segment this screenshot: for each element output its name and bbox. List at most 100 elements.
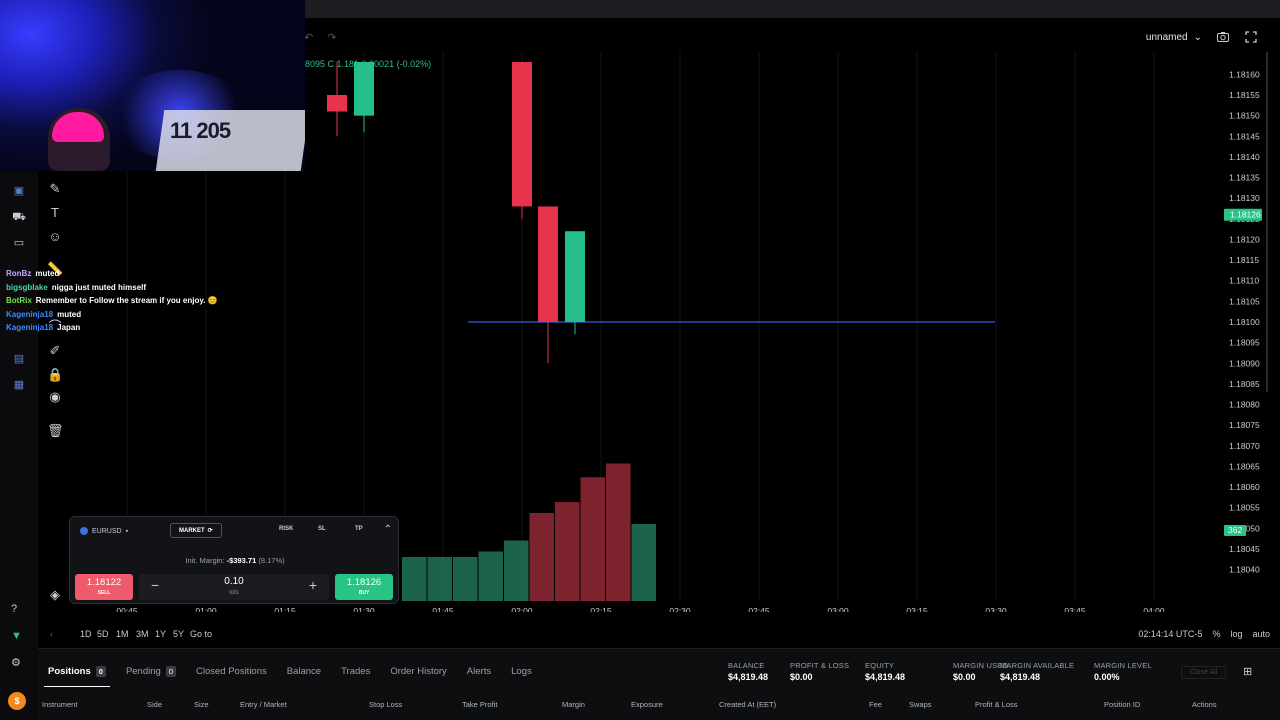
stat-key: EQUITY xyxy=(865,661,895,670)
y-tick-label: 1.18140 xyxy=(1229,152,1260,162)
monitor-icon[interactable]: ▭ xyxy=(11,235,27,251)
goto-button[interactable]: Go to xyxy=(190,629,212,639)
tab-balance[interactable]: Balance xyxy=(277,659,331,683)
col-header[interactable]: Created At (EET) xyxy=(719,700,776,709)
calendar-icon[interactable]: ▦ xyxy=(11,377,27,393)
user-avatar[interactable]: $ xyxy=(8,692,26,710)
settings-icon[interactable]: ⚙ xyxy=(11,656,21,669)
chat-username[interactable]: bigsgblake xyxy=(6,283,48,292)
help-icon[interactable]: ? xyxy=(11,603,17,615)
tab-positions[interactable]: Positions 0 xyxy=(38,659,116,687)
order-panel: EURUSD ▪ MARKET ⟳ RISK SL TP ⌃ Init. Mar… xyxy=(69,516,399,604)
tab-alerts[interactable]: Alerts xyxy=(457,659,501,683)
col-header[interactable]: Side xyxy=(147,700,162,709)
x-tick-label: 02:15 xyxy=(590,606,612,612)
lock-icon[interactable]: 🔒 xyxy=(47,367,63,383)
pen-icon[interactable]: ✎ xyxy=(47,181,63,197)
sl-tab[interactable]: SL xyxy=(318,526,326,532)
col-header[interactable]: Take Profit xyxy=(462,700,497,709)
plus-icon[interactable]: + xyxy=(309,577,317,593)
undo-redo-group: ↶ ↷ xyxy=(304,31,336,44)
layers-icon[interactable]: ◈ xyxy=(47,587,63,603)
undo-icon[interactable]: ↶ xyxy=(304,31,313,44)
account-tabs: Positions 0 Pending 0 Closed Positions Balanc… xyxy=(38,659,542,687)
tp-tab[interactable]: TP xyxy=(355,526,363,532)
percent-toggle[interactable]: % xyxy=(1212,629,1220,639)
col-header[interactable]: Entry / Market xyxy=(240,700,287,709)
lots-stepper[interactable]: − 0.10 lots + xyxy=(139,574,329,600)
fullscreen-icon[interactable] xyxy=(1244,30,1258,44)
eu-flag-icon xyxy=(80,527,88,535)
col-header[interactable]: Fee xyxy=(869,700,882,709)
auto-toggle[interactable]: auto xyxy=(1252,629,1270,639)
chart-scrollbar[interactable] xyxy=(1266,52,1268,392)
stat-key: MARGIN AVAILABLE xyxy=(1000,661,1075,670)
col-header[interactable]: Instrument xyxy=(42,700,77,709)
candle-body[interactable] xyxy=(512,62,532,207)
chat-text: muted xyxy=(57,309,82,319)
col-header[interactable]: Swaps xyxy=(909,700,932,709)
news-icon[interactable]: ▤ xyxy=(11,351,27,367)
chevron-up-icon[interactable]: ⌃ xyxy=(384,524,392,535)
candle-body[interactable] xyxy=(565,231,585,322)
chat-username[interactable]: Kageninja18 xyxy=(6,323,53,332)
y-tick-label: 1.18110 xyxy=(1229,276,1259,286)
y-tick-label: 1.18100 xyxy=(1229,317,1260,327)
tf-3m[interactable]: 3M xyxy=(136,629,149,639)
sell-button[interactable]: 1.18122 SELL xyxy=(75,574,133,600)
tf-1d[interactable]: 1D xyxy=(80,629,92,639)
eye-icon[interactable]: ◉ xyxy=(47,389,63,405)
chevron-left-icon[interactable]: ‹ xyxy=(50,629,53,639)
col-header[interactable]: Position ID xyxy=(1104,700,1140,709)
candle-body[interactable] xyxy=(327,95,347,112)
tab-closed-positions[interactable]: Closed Positions xyxy=(186,659,277,683)
tf-1m[interactable]: 1M xyxy=(116,629,129,639)
x-tick-label: 01:30 xyxy=(353,606,375,612)
redo-icon[interactable]: ↷ xyxy=(327,31,336,44)
y-tick-label: 1.18135 xyxy=(1229,173,1260,183)
trash-icon[interactable]: 🗑 xyxy=(47,423,64,439)
chart-app-icon[interactable]: ▣ xyxy=(11,183,27,199)
col-header[interactable]: Margin xyxy=(562,700,585,709)
drawing-tools: ✎ T ☺ 📏 ⌒ ✐ 🔒 ◉ 🗑 ◈ xyxy=(40,171,70,611)
clock-readout[interactable]: 02:14:14 UTC-5 xyxy=(1138,629,1202,639)
cart-icon[interactable]: ⛟ xyxy=(11,209,27,225)
init-margin-pct: (8.17%) xyxy=(258,556,285,565)
grid-icon[interactable]: ⊞ xyxy=(1243,665,1252,678)
tf-5d[interactable]: 5D xyxy=(97,629,109,639)
layout-name-dropdown[interactable]: unnamed ⌄ xyxy=(1146,32,1202,43)
col-header[interactable]: Profit & Loss xyxy=(975,700,1018,709)
symbol-selector[interactable]: EURUSD ▪ xyxy=(80,527,128,535)
tf-1y[interactable]: 1Y xyxy=(155,629,166,639)
emoji-icon[interactable]: ☺ xyxy=(47,229,63,245)
chat-text: Japan xyxy=(57,323,81,333)
log-toggle[interactable]: log xyxy=(1230,629,1242,639)
volume-bar xyxy=(580,477,605,601)
col-header[interactable]: Stop Loss xyxy=(369,700,402,709)
camera-icon[interactable] xyxy=(1216,30,1230,44)
chat-username[interactable]: RonBz xyxy=(6,269,31,278)
close-all-button[interactable]: Close All xyxy=(1181,666,1227,679)
y-tick-label: 1.18160 xyxy=(1229,69,1260,79)
tab-logs[interactable]: Logs xyxy=(501,659,542,683)
tf-5y[interactable]: 5Y xyxy=(173,629,184,639)
buy-button[interactable]: 1.18126 BUY xyxy=(335,574,393,600)
col-header[interactable]: Size xyxy=(194,700,209,709)
risk-tab[interactable]: RISK xyxy=(279,526,293,532)
tab-trades[interactable]: Trades xyxy=(331,659,380,683)
tab-order-history[interactable]: Order History xyxy=(380,659,456,683)
eraser-icon[interactable]: ✐ xyxy=(47,343,63,359)
chat-username[interactable]: BotRix xyxy=(6,296,32,305)
col-header[interactable]: Actions xyxy=(1192,700,1217,709)
volume-bar xyxy=(606,463,631,601)
chat-message: bigsgblake nigga just muted himself xyxy=(6,281,218,295)
market-order-button[interactable]: MARKET ⟳ xyxy=(170,523,222,538)
col-header[interactable]: Exposure xyxy=(631,700,663,709)
candle-body[interactable] xyxy=(538,206,558,322)
candle-body[interactable] xyxy=(354,62,374,116)
lots-value[interactable]: 0.10 xyxy=(139,576,329,587)
positions-table-header: Instrument Side Size Entry / Market Stop Los… xyxy=(38,697,1280,713)
chat-username[interactable]: Kageninja18 xyxy=(6,310,53,319)
text-tool-icon[interactable]: T xyxy=(47,205,63,221)
tab-pending[interactable]: Pending 0 xyxy=(116,659,186,683)
